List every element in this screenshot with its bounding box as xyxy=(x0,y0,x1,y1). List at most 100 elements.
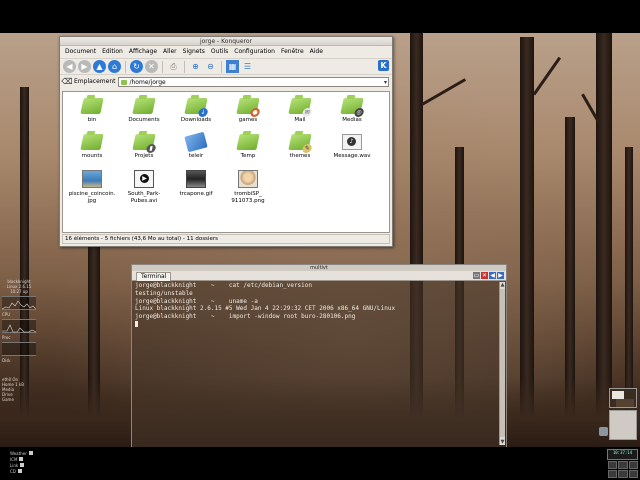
clock[interactable]: 10:37:14 xyxy=(607,449,638,460)
file-item[interactable]: piscine_coincoin. jpg xyxy=(66,170,118,205)
cpu-graph xyxy=(2,296,36,310)
scroll-thumb[interactable] xyxy=(500,289,505,437)
file-label: Projets xyxy=(134,153,154,159)
kde-logo-icon: K xyxy=(378,60,389,71)
audio-file-icon: ♪ xyxy=(342,134,362,150)
konqueror-title[interactable]: jorge - Konqueror xyxy=(60,37,392,46)
chevron-down-icon[interactable]: ▾ xyxy=(384,78,387,87)
file-label: Downloads xyxy=(180,117,212,123)
disk-label: Disk xyxy=(2,358,11,363)
location-label: Emplacement xyxy=(74,78,116,85)
menu-edition[interactable]: Edition xyxy=(99,46,126,58)
folder-projects-icon: ▮ xyxy=(132,134,157,153)
menu-aller[interactable]: Aller xyxy=(160,46,180,58)
back-icon[interactable]: ◀ xyxy=(63,60,76,73)
folder-download-icon: ↓ xyxy=(184,98,209,117)
file-item[interactable]: ↓ Downloads xyxy=(170,98,222,124)
terminal-cursor xyxy=(135,321,138,328)
file-item[interactable]: bin xyxy=(66,98,118,124)
video-file-icon: ▶ xyxy=(134,170,154,188)
file-label: teleir xyxy=(188,153,204,159)
folder-media-icon: ◎ xyxy=(340,98,365,117)
menu-outils[interactable]: Outils xyxy=(208,46,231,58)
file-item[interactable]: teleir xyxy=(170,131,222,160)
file-item[interactable]: ▮ Projets xyxy=(118,134,170,160)
desktop-thumbnails[interactable] xyxy=(609,388,639,446)
menu-configuration[interactable]: Configuration xyxy=(231,46,278,58)
folder-icon xyxy=(121,79,128,85)
file-label: themes xyxy=(289,153,311,159)
file-item[interactable]: trombiSP_ 911073.png xyxy=(222,170,274,205)
desktop-thumbnail[interactable] xyxy=(609,410,637,440)
image-file-icon xyxy=(186,170,206,188)
folder-icon xyxy=(80,134,104,150)
home-icon[interactable]: ⌂ xyxy=(108,60,121,73)
file-label: Medias xyxy=(342,117,362,123)
file-item[interactable]: ♪ Message.wav xyxy=(326,134,378,160)
file-item[interactable]: Documents xyxy=(118,98,170,124)
desktop-thumbnail[interactable] xyxy=(609,388,637,408)
file-item[interactable]: trcapone.gif xyxy=(170,170,222,198)
new-tab-icon[interactable]: ▭ xyxy=(473,272,480,279)
folder-icon xyxy=(80,98,104,114)
pager-desktop[interactable] xyxy=(608,470,618,478)
menu-fenetre[interactable]: Fenêtre xyxy=(278,46,307,58)
menu-document[interactable]: Document xyxy=(62,46,99,58)
scroll-down-icon[interactable]: ▼ xyxy=(500,439,505,445)
zoom-in-icon[interactable]: ⊕ xyxy=(189,60,202,73)
print-icon[interactable]: ⎙ xyxy=(167,60,180,73)
menu-aide[interactable]: Aide xyxy=(307,46,326,58)
prev-tab-icon[interactable]: ◀ xyxy=(489,272,496,279)
proc-graph xyxy=(2,319,36,333)
folder-icon xyxy=(236,134,260,150)
window-controls: ▭ ✕ ◀ ▶ xyxy=(473,272,504,279)
file-label: bin xyxy=(87,117,97,123)
scroll-up-icon[interactable]: ▲ xyxy=(500,282,505,288)
clear-location-icon[interactable]: ⌫ xyxy=(61,75,72,88)
file-view[interactable]: bin Documents ↓ Downloads ● games ✉ Mail… xyxy=(62,91,390,233)
location-input[interactable]: /home/jorge ▾ xyxy=(118,76,389,87)
folder-games-icon: ● xyxy=(236,98,261,117)
desktop-pager[interactable] xyxy=(608,461,638,478)
tray-icon[interactable] xyxy=(599,427,608,436)
next-tab-icon[interactable]: ▶ xyxy=(497,272,504,279)
stop-icon[interactable]: ✕ xyxy=(145,60,158,73)
forward-icon[interactable]: ▶ xyxy=(78,60,91,73)
menu-signets[interactable]: Signets xyxy=(180,46,208,58)
terminal-tab[interactable]: Terminal xyxy=(136,272,172,281)
file-label: trcapone.gif xyxy=(179,191,213,197)
location-value: /home/jorge xyxy=(129,78,166,86)
file-item[interactable]: ✉ Mail xyxy=(274,98,326,124)
file-item[interactable]: ● games xyxy=(222,98,274,124)
file-label: South_Park- Pubes.avi xyxy=(127,191,161,204)
terminal-window[interactable]: multivt Terminal ▭ ✕ ◀ ▶ jorge@blackknig… xyxy=(131,264,507,448)
list-view-icon[interactable]: ☰ xyxy=(241,60,254,73)
file-item[interactable]: ✎ themes xyxy=(274,134,326,160)
system-monitor-widget: blackknight Linux 2.6.15 10:27 up CPU Pr… xyxy=(2,279,36,445)
file-item[interactable]: ▶ South_Park- Pubes.avi xyxy=(118,170,170,205)
file-item[interactable]: mounts xyxy=(66,134,118,160)
file-label: mounts xyxy=(81,153,103,159)
reload-icon[interactable]: ↻ xyxy=(130,60,143,73)
zoom-out-icon[interactable]: ⊖ xyxy=(204,60,217,73)
file-item[interactable]: Temp xyxy=(222,134,274,160)
terminal-line: testing/unstable xyxy=(135,289,193,297)
terminal-output[interactable]: jorge@blackknight ~ cat /etc/debian_vers… xyxy=(134,282,497,445)
file-label: Documents xyxy=(128,117,160,123)
icon-view-icon[interactable]: ▦ xyxy=(226,60,239,73)
monitor-net-item: Game xyxy=(2,397,14,402)
file-label: Temp xyxy=(240,153,256,159)
close-icon[interactable]: ✕ xyxy=(481,272,488,279)
file-item[interactable]: ◎ Medias xyxy=(326,98,378,124)
menu-affichage[interactable]: Affichage xyxy=(126,46,160,58)
pager-desktop[interactable] xyxy=(628,470,638,478)
konqueror-window[interactable]: jorge - Konqueror Document Edition Affic… xyxy=(59,36,393,247)
up-icon[interactable]: ▲ xyxy=(93,60,106,73)
pager-desktop[interactable] xyxy=(608,461,618,469)
file-label: Mail xyxy=(294,117,306,123)
pager-desktop[interactable] xyxy=(618,470,628,478)
pager-desktop[interactable] xyxy=(628,461,638,469)
terminal-scrollbar[interactable]: ▲ ▼ xyxy=(499,282,505,445)
pager-desktop[interactable] xyxy=(618,461,628,469)
file-label: piscine_coincoin. jpg xyxy=(68,191,116,204)
